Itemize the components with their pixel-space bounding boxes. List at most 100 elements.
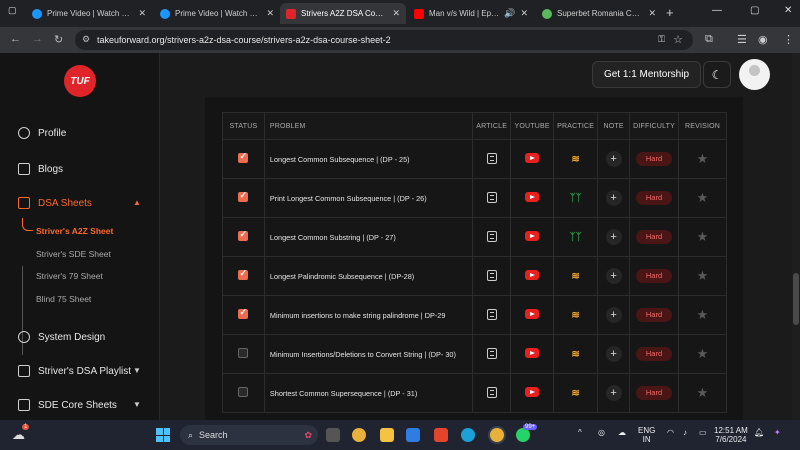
reading-list-icon[interactable]: ☰ [737, 33, 747, 46]
new-tab-icon[interactable]: + [666, 5, 674, 20]
tab-list-icon[interactable]: ▢ [8, 5, 17, 16]
status-checkbox[interactable] [238, 307, 249, 319]
status-checkbox[interactable] [238, 229, 249, 241]
codingninjas-icon[interactable]: ≋ [571, 154, 579, 165]
sidebar-item-dsa-sheets[interactable]: DSA Sheets [18, 197, 92, 209]
gfg-icon[interactable]: ᛉᛉ [570, 193, 582, 204]
article-icon[interactable] [486, 230, 497, 242]
youtube-icon[interactable] [525, 231, 540, 241]
url-input[interactable]: ⚙ takeuforward.org/strivers-a2z-dsa-cour… [75, 30, 693, 50]
more-menu-icon[interactable]: ⋮ [783, 33, 794, 46]
language-indicator[interactable]: ENG IN [638, 426, 655, 444]
codingninjas-icon[interactable]: ≋ [571, 388, 579, 399]
article-icon[interactable] [486, 308, 497, 320]
clock[interactable]: 12:51 AM 7/6/2024 [714, 426, 748, 444]
volume-icon[interactable]: ♪ [683, 428, 687, 437]
battery-icon[interactable]: ▭ [699, 428, 707, 437]
chevron-up-icon[interactable]: ▲ [133, 198, 141, 207]
wifi-icon[interactable]: ◠ [667, 428, 674, 437]
status-checkbox[interactable] [238, 190, 249, 202]
minimize-icon[interactable]: — [712, 5, 722, 16]
revision-star-icon[interactable]: ★ [697, 151, 709, 166]
sidebar-item-profile[interactable]: Profile [18, 127, 66, 139]
browser-tab-5[interactable]: Superbet Romania Chess ✕ [536, 3, 662, 24]
sidebar-subitem-a2z[interactable]: Striver's A2Z Sheet [21, 218, 113, 236]
revision-star-icon[interactable]: ★ [697, 229, 709, 244]
article-icon[interactable] [486, 269, 497, 281]
close-tab-icon[interactable]: ✕ [392, 8, 400, 19]
add-note-icon[interactable]: + [605, 229, 622, 245]
chevron-down-icon[interactable]: ▼ [133, 366, 141, 375]
scrollbar-thumb[interactable] [793, 273, 799, 325]
problem-title[interactable]: Minimum Insertions/Deletions to Convert … [263, 334, 474, 374]
article-icon[interactable] [486, 386, 497, 398]
reload-icon[interactable]: ↻ [54, 33, 63, 46]
maximize-icon[interactable]: ▢ [750, 5, 759, 16]
avatar[interactable] [739, 59, 770, 90]
youtube-icon[interactable] [525, 387, 540, 397]
tuf-logo[interactable]: TUF [64, 65, 96, 97]
taskbar-search-input[interactable]: ⌕ Search ✿ [180, 425, 318, 445]
site-info-icon[interactable]: ⚙ [82, 34, 90, 45]
forward-icon[interactable]: → [32, 33, 43, 45]
close-tab-icon[interactable]: ✕ [138, 8, 146, 19]
page-scrollbar[interactable] [792, 53, 800, 420]
close-tab-icon[interactable]: ✕ [648, 8, 656, 19]
status-checkbox[interactable] [238, 268, 249, 280]
problem-title[interactable]: Shortest Common Supersequence | (DP - 31… [263, 373, 474, 413]
sidebar-subitem-79[interactable]: Striver's 79 Sheet [36, 271, 103, 281]
youtube-icon[interactable] [525, 309, 540, 319]
problem-title[interactable]: Longest Common Subsequence | (DP - 25) [263, 139, 474, 179]
file-explorer-icon[interactable] [380, 428, 394, 442]
sidebar-item-system-design[interactable]: System Design [18, 331, 105, 343]
youtube-icon[interactable] [525, 348, 540, 358]
add-note-icon[interactable]: + [605, 190, 622, 206]
moon-icon[interactable]: ☾ [703, 61, 731, 88]
close-tab-icon[interactable]: ✕ [520, 8, 528, 19]
article-icon[interactable] [486, 347, 497, 359]
chrome-icon[interactable] [352, 428, 366, 442]
status-checkbox[interactable] [238, 151, 249, 163]
add-note-icon[interactable]: + [605, 346, 622, 362]
browser-tab-1[interactable]: Prime Video | Watch mov ✕ [26, 3, 152, 24]
add-note-icon[interactable]: + [605, 307, 622, 323]
close-tab-icon[interactable]: ✕ [266, 8, 274, 19]
sidebar-item-dsa-playlist[interactable]: Striver's DSA Playlist [18, 365, 131, 377]
sidebar-item-sde-core[interactable]: SDE Core Sheets [18, 399, 117, 411]
problem-title[interactable]: Longest Common Substring | (DP - 27) [263, 217, 474, 257]
youtube-icon[interactable] [525, 153, 540, 163]
extensions-icon[interactable]: ⧉ [705, 33, 713, 46]
tray-app-icon[interactable]: ◎ [598, 428, 605, 437]
profile-avatar-icon[interactable]: ◉ [758, 33, 768, 46]
browser-tab-3-active[interactable]: Strivers A2Z DSA Course ✕ [280, 3, 406, 24]
tray-chevron-icon[interactable]: ^ [578, 428, 582, 437]
add-note-icon[interactable]: + [605, 151, 622, 167]
revision-star-icon[interactable]: ★ [697, 268, 709, 283]
windows-start-icon[interactable] [156, 428, 170, 442]
browser-tab-4[interactable]: Man v/s Wild | Ep. 01 🔊 ✕ [408, 3, 534, 24]
status-checkbox[interactable] [238, 348, 249, 358]
close-window-icon[interactable]: ✕ [784, 5, 792, 16]
revision-star-icon[interactable]: ★ [697, 307, 709, 322]
problem-title[interactable]: Print Longest Common Subsequence | (DP -… [263, 178, 474, 218]
add-note-icon[interactable]: + [605, 268, 622, 284]
chevron-down-icon[interactable]: ▼ [133, 400, 141, 409]
browser-tab-2[interactable]: Prime Video | Watch mov ✕ [154, 3, 280, 24]
task-view-icon[interactable] [326, 428, 340, 442]
codingninjas-icon[interactable]: ≋ [571, 271, 579, 282]
store-icon[interactable] [406, 428, 420, 442]
problem-title[interactable]: Minimum insertions to make string palind… [263, 295, 474, 335]
bookmark-star-icon[interactable]: ☆ [673, 33, 683, 46]
revision-star-icon[interactable]: ★ [697, 346, 709, 361]
youtube-icon[interactable] [525, 270, 540, 280]
gfg-icon[interactable]: ᛉᛉ [570, 232, 582, 243]
password-key-icon[interactable]: ⚿ [658, 34, 665, 45]
problem-title[interactable]: Longest Palindromic Subsequence | (DP-28… [263, 256, 474, 296]
article-icon[interactable] [486, 191, 497, 203]
codingninjas-icon[interactable]: ≋ [571, 310, 579, 321]
copilot-icon[interactable]: ✦ [774, 428, 781, 437]
article-icon[interactable] [486, 152, 497, 164]
sidebar-subitem-blind75[interactable]: Blind 75 Sheet [36, 294, 91, 304]
youtube-icon[interactable] [525, 192, 540, 202]
edge-icon[interactable] [461, 428, 475, 442]
